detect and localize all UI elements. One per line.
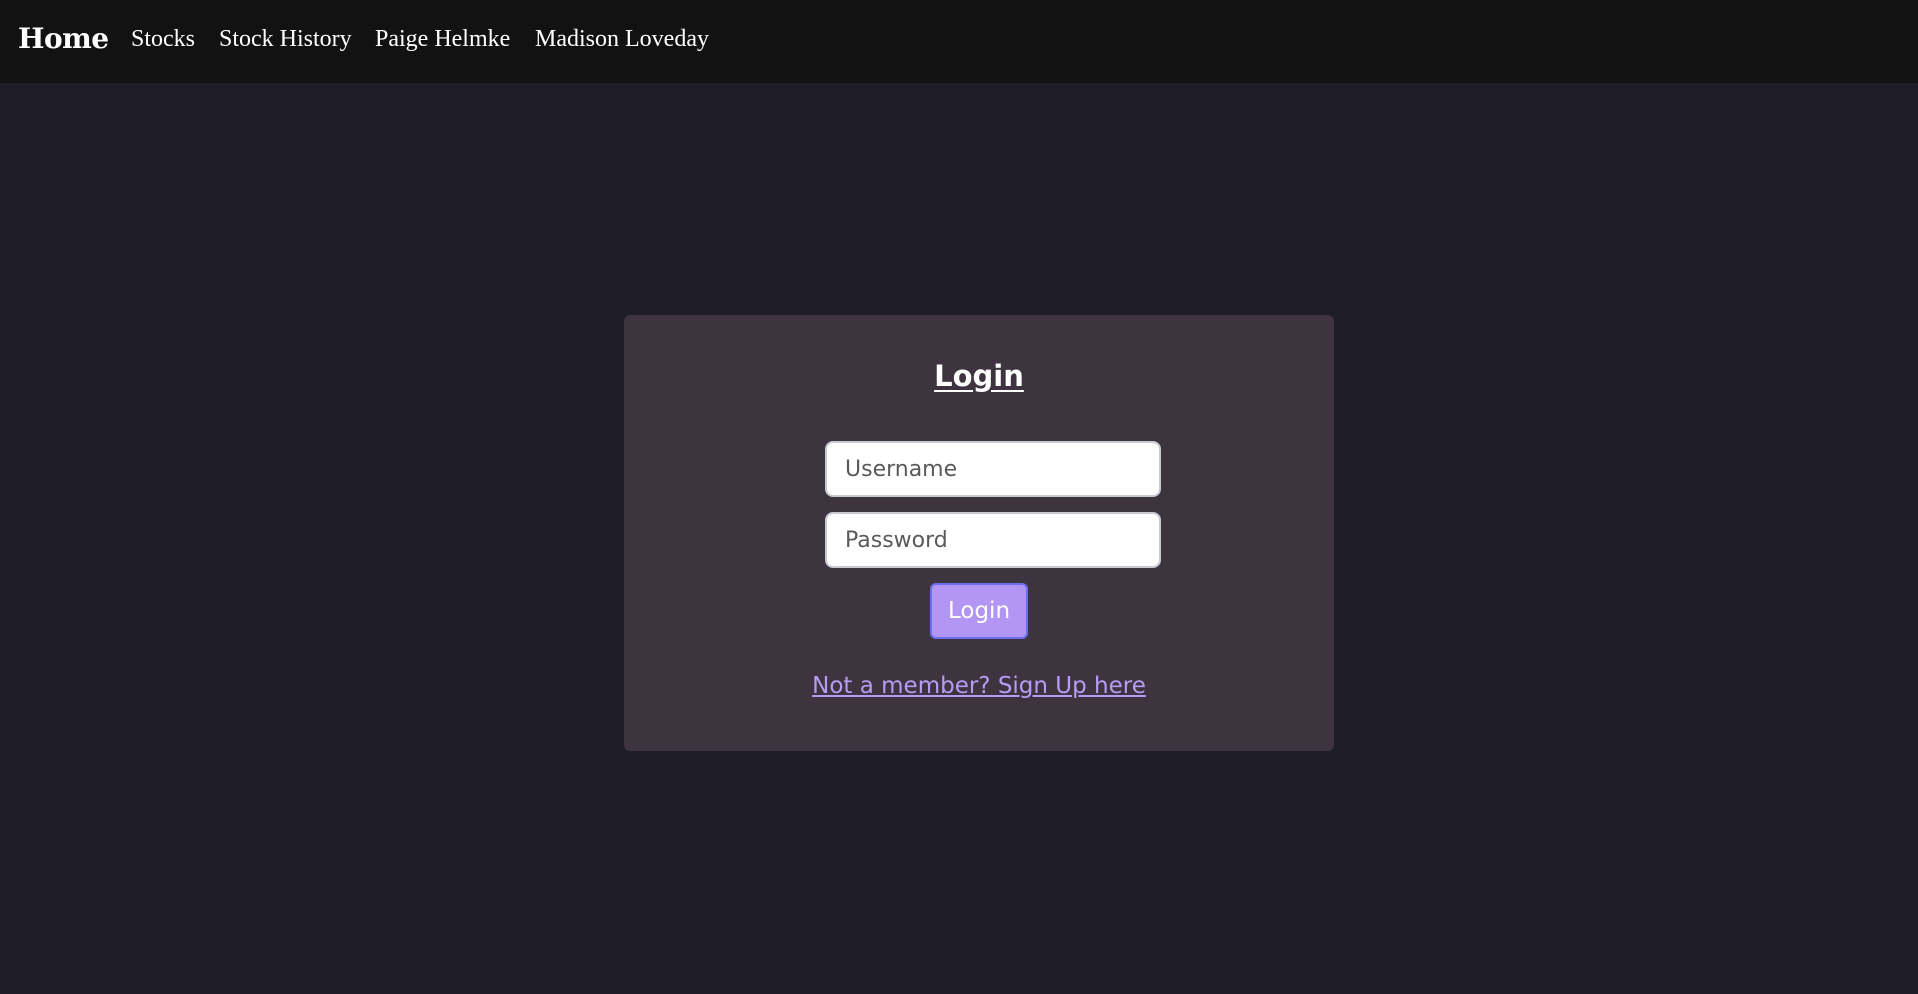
login-title: Login xyxy=(934,359,1024,393)
top-navbar: Home Stocks Stock History Paige Helmke M… xyxy=(0,0,1918,83)
username-input[interactable] xyxy=(825,441,1161,497)
password-input[interactable] xyxy=(825,512,1161,568)
nav-link-stocks[interactable]: Stocks xyxy=(131,26,195,53)
nav-link-stock-history[interactable]: Stock History xyxy=(219,26,352,53)
signup-link[interactable]: Not a member? Sign Up here xyxy=(624,673,1334,699)
login-card: Login Login Not a member? Sign Up here xyxy=(624,315,1334,751)
nav-link-paige-helmke[interactable]: Paige Helmke xyxy=(375,26,510,53)
home-link[interactable]: Home xyxy=(18,22,109,55)
login-button[interactable]: Login xyxy=(930,583,1028,639)
nav-link-madison-loveday[interactable]: Madison Loveday xyxy=(535,26,709,53)
